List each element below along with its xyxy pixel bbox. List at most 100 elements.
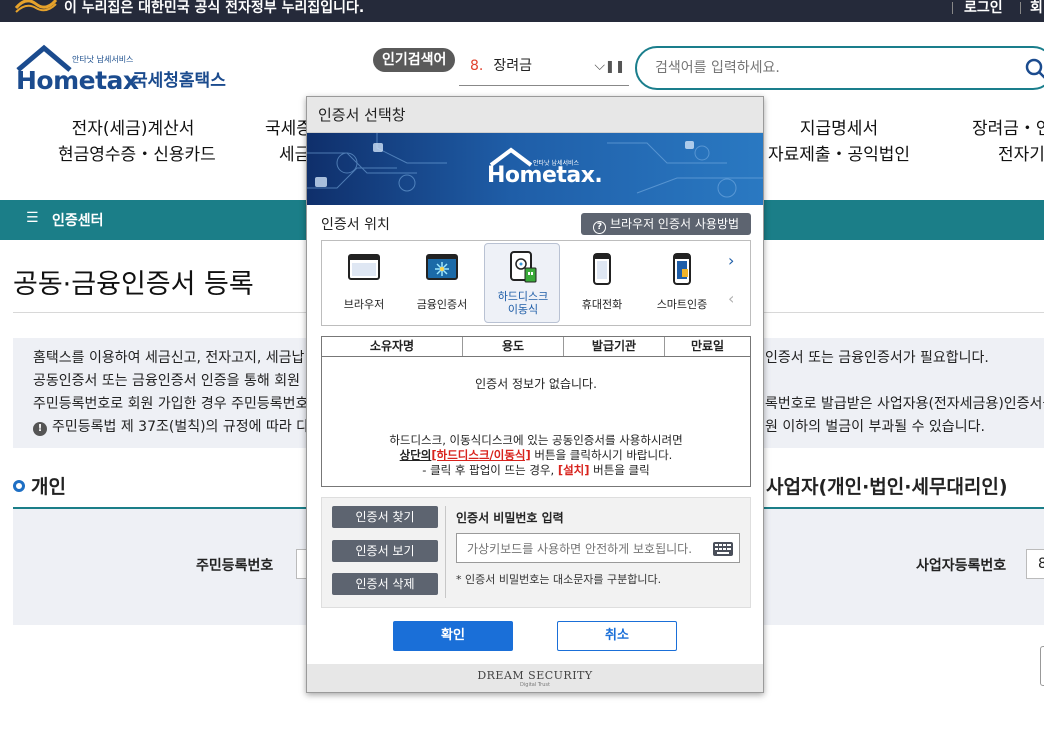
hint-highlight: [하드디스크/이동식] xyxy=(431,448,531,462)
menu-line: 국세증 xyxy=(265,119,312,139)
search-icon[interactable] xyxy=(1025,58,1044,80)
personal-section-label: 개인 xyxy=(31,476,66,498)
menu-line: 전자(세금)계산서 xyxy=(71,119,195,139)
device-finance-cert[interactable]: 금융인증서 xyxy=(404,245,480,321)
hint-line: 상단의[하드디스크/이동식] 버튼을 클릭하시기 바랍니다. xyxy=(322,448,750,463)
gov-emblem-icon xyxy=(14,0,58,13)
dialog-title: 인증서 선택창 xyxy=(307,97,763,133)
finance-cert-icon xyxy=(426,254,458,280)
popular-search-item[interactable]: 8. 장려금 ⌵ ❚❚ xyxy=(459,46,629,86)
menu-line: 장려금・연 xyxy=(972,119,1044,139)
hint-text: 버튼을 클릭 xyxy=(593,463,650,477)
banner-logo-text: Hometax. xyxy=(487,163,603,188)
password-field xyxy=(456,533,740,563)
device-browser[interactable]: 브라우저 xyxy=(326,245,402,321)
question-icon: ? xyxy=(592,221,606,234)
chevron-right-icon[interactable]: › xyxy=(728,251,734,270)
gov-notice-bar: 이 누리집은 대한민국 공식 전자정부 누리집입니다. 로그인 회 xyxy=(0,0,1044,22)
divider xyxy=(952,2,953,14)
device-label: 브라우저 xyxy=(343,298,385,311)
info-line-warning: ! 주민등록법 제 37조(벌칙)의 규정에 따라 다 xyxy=(33,416,309,438)
cert-actions-area: 인증서 찾기 인증서 보기 인증서 삭제 인증서 비밀번호 입력 * 인증서 비… xyxy=(321,497,751,608)
find-cert-button[interactable]: 인증서 찾기 xyxy=(332,506,438,528)
empty-message: 인증서 정보가 없습니다. xyxy=(475,377,597,391)
login-link[interactable]: 로그인 xyxy=(964,0,1003,17)
device-harddisk-usb[interactable]: 하드디스크 이동식 xyxy=(484,243,560,323)
popular-rank: 8. xyxy=(470,58,484,74)
delete-cert-button[interactable]: 인증서 삭제 xyxy=(332,573,438,595)
gov-bar-more-link[interactable]: 회 xyxy=(1030,0,1043,17)
menu-incentive[interactable]: 장려금・연 전자기 xyxy=(972,116,1044,168)
ok-button[interactable]: 확인 xyxy=(393,621,513,651)
hint-text: 상단의 xyxy=(399,448,432,462)
menu-einvoice[interactable]: 전자(세금)계산서 현금영수증・신용카드 xyxy=(58,116,216,168)
table-header-issuer[interactable]: 발급기관 xyxy=(564,337,665,356)
device-smart-cert[interactable]: 스마트인증 xyxy=(644,245,720,321)
browser-icon xyxy=(348,254,380,280)
table-header-expiry[interactable]: 만료일 xyxy=(665,337,750,356)
divider xyxy=(445,506,446,598)
popular-term: 장려금 xyxy=(493,58,532,74)
device-label: 하드디스크 이동식 xyxy=(497,290,549,316)
hint-line: - 클릭 후 팝업이 뜨는 경우, [설치] 버튼을 클릭 xyxy=(322,463,750,478)
search-input[interactable] xyxy=(655,58,995,78)
info-line: 인증서 또는 금융인증서가 필요합니다. xyxy=(765,350,989,366)
device-label: 금융인증서 xyxy=(416,298,468,311)
password-input[interactable] xyxy=(467,540,712,558)
view-cert-button[interactable]: 인증서 보기 xyxy=(332,540,438,562)
device-label: 스마트인증 xyxy=(656,298,708,311)
info-line: 원 이하의 벌금이 부과될 수 있습니다. xyxy=(765,419,985,435)
menu-tax-certificate[interactable]: 국세증 세금 xyxy=(265,116,312,168)
chevron-down-icon[interactable]: ⌵ xyxy=(594,46,605,86)
popular-search-badge: 인기검색어 xyxy=(373,48,456,72)
info-line: 주민등록번호로 회원 가입한 경우 주민등록번호 xyxy=(33,396,309,412)
menu-line: 지급명세서 xyxy=(799,119,879,139)
brand-name-text: Hometax xyxy=(16,66,139,95)
info-line: 록번호로 발급받은 사업자용(전자세금용)인증서를 xyxy=(765,396,1044,412)
browser-cert-help-button[interactable]: ? 브라우저 인증서 사용방법 xyxy=(581,213,751,235)
menu-line: 전자기 xyxy=(998,145,1044,165)
virtual-keyboard-icon[interactable] xyxy=(713,542,733,556)
cert-list-table: 소유자명 용도 발급기관 만료일 인증서 정보가 없습니다. 하드디스크, 이동… xyxy=(321,336,751,487)
harddisk-usb-icon xyxy=(510,251,537,283)
chevron-left-icon[interactable]: ‹ xyxy=(728,289,734,308)
brand-name: Hometax xyxy=(16,66,139,95)
personal-section-title: 개인 xyxy=(13,472,66,499)
menu-payment-statement[interactable]: 지급명세서 자료제출・공익법인 xyxy=(764,116,914,168)
hint-highlight: [설치] xyxy=(557,463,590,477)
gov-notice-text: 이 누리집은 대한민국 공식 전자정부 누리집입니다. xyxy=(64,0,365,16)
info-line: 홈택스를 이용하여 세금신고, 전자고지, 세금납 xyxy=(33,350,305,366)
section-nav-label[interactable]: 인증센터 xyxy=(52,210,104,230)
vendor-tagline: Digital Trust xyxy=(520,682,550,688)
info-line-text: 주민등록법 제 37조(벌칙)의 규정에 따라 다 xyxy=(52,419,310,435)
partial-button[interactable] xyxy=(1040,646,1044,686)
divider xyxy=(322,356,750,357)
hometax-logo[interactable]: 안타낫 납세서비스 Hometax 국세청홈택스 xyxy=(14,44,244,100)
brn-label: 사업자등록번호 xyxy=(916,558,1007,574)
cert-location-label: 인증서 위치 xyxy=(321,217,390,233)
mobile-phone-icon xyxy=(593,253,611,285)
device-label: 휴대전화 xyxy=(581,298,623,311)
pause-icon[interactable]: ❚❚ xyxy=(605,46,625,86)
password-label: 인증서 비밀번호 입력 xyxy=(456,511,564,525)
table-header-usage[interactable]: 용도 xyxy=(463,337,564,356)
cancel-button[interactable]: 취소 xyxy=(557,621,677,651)
dialog-footer: DREAM SECURITY Digital Trust xyxy=(307,664,763,692)
table-header-owner[interactable]: 소유자명 xyxy=(322,337,463,356)
rrn-label: 주민등록번호 xyxy=(196,558,274,574)
warning-icon: ! xyxy=(33,422,47,436)
vendor-logo: DREAM SECURITY xyxy=(477,669,593,682)
cert-location-selector: 브라우저 금융인증서 하드디스크 이동식 휴대전화 스마트인증 › ‹ xyxy=(321,240,751,326)
divider xyxy=(1020,2,1021,14)
dialog-banner: 안타낫 납세서비스 Hometax. xyxy=(307,133,763,205)
bullet-ring-icon xyxy=(13,480,25,492)
help-button-label: 브라우저 인증서 사용방법 xyxy=(609,217,740,231)
certificate-select-dialog: 인증서 선택창 안타낫 납세서비스 Hometax. 인증서 위치 ? 브라우저… xyxy=(306,96,764,693)
brand-korean-name: 국세청홈택스 xyxy=(132,71,226,91)
brn-input[interactable]: 8 xyxy=(1026,549,1044,579)
menu-line: 세금 xyxy=(279,145,311,165)
password-note: * 인증서 비밀번호는 대소문자를 구분합니다. xyxy=(456,573,662,586)
menu-hamburger-icon[interactable]: ☰ xyxy=(26,210,39,226)
device-mobile-phone[interactable]: 휴대전화 xyxy=(564,245,640,321)
hint-text: - 클릭 후 팝업이 뜨는 경우, xyxy=(422,463,555,477)
